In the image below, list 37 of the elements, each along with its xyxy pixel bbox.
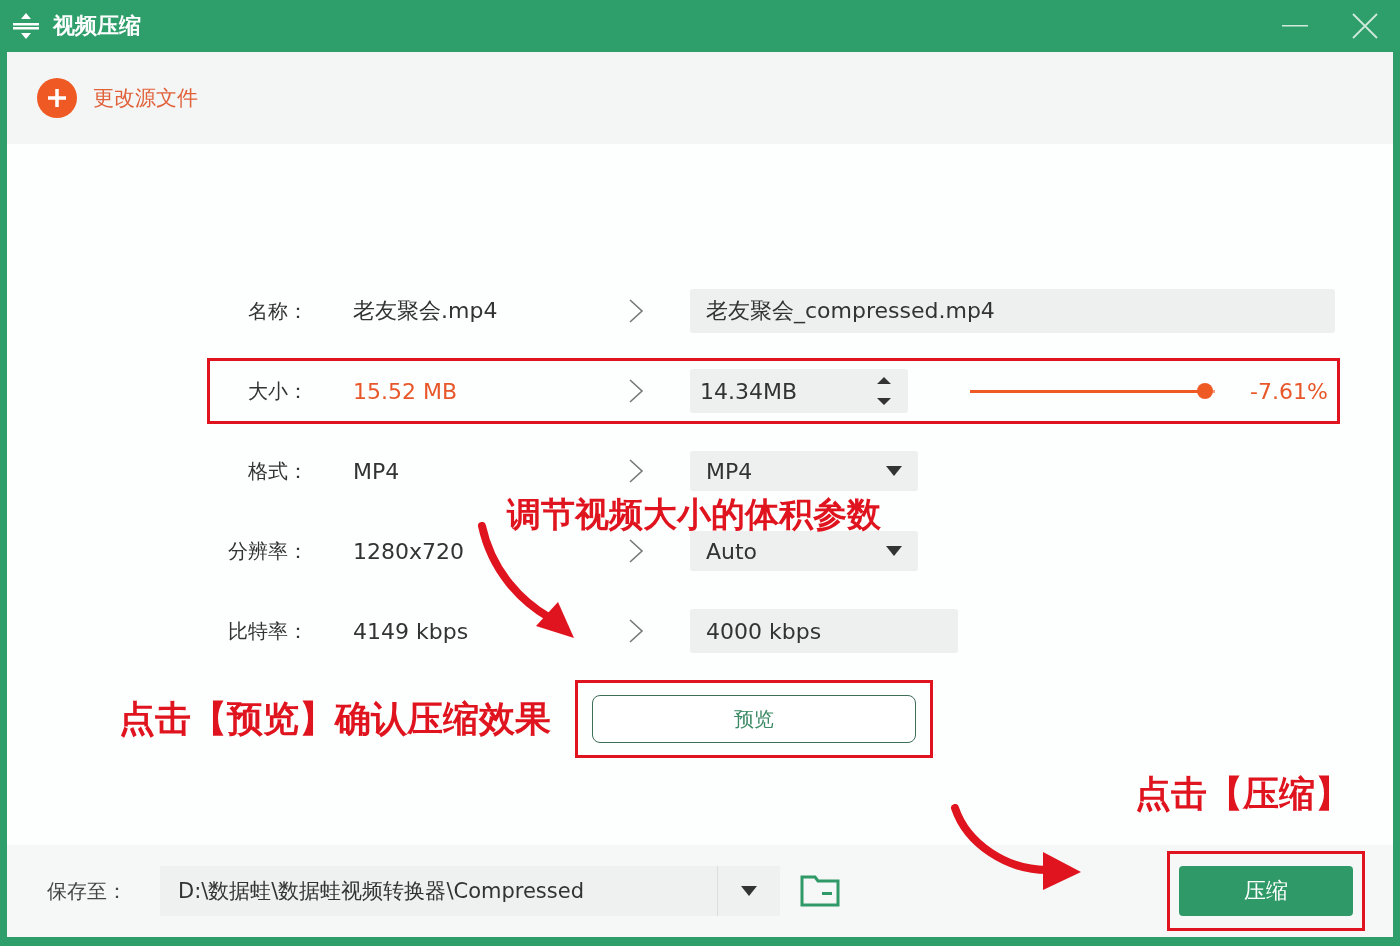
field-label: 名称： bbox=[247, 297, 308, 325]
dropdown[interactable]: MP4 bbox=[690, 451, 918, 491]
field-label: 大小： bbox=[247, 377, 308, 405]
add-icon[interactable] bbox=[37, 78, 77, 118]
dropdown[interactable]: Auto bbox=[690, 531, 918, 571]
folder-icon[interactable] bbox=[800, 875, 840, 907]
compress-icon bbox=[13, 12, 39, 40]
source-value: 15.52 MB bbox=[352, 378, 459, 404]
annotation-text: 点击【压缩】 bbox=[1135, 772, 1351, 816]
preview-button[interactable]: 预览 bbox=[592, 695, 916, 743]
chevron-right-icon bbox=[628, 378, 644, 404]
window-title: 视频压缩 bbox=[53, 12, 141, 40]
dropdown-caret-icon[interactable] bbox=[886, 466, 902, 476]
dropdown-caret-icon[interactable] bbox=[886, 546, 902, 556]
source-value: MP4 bbox=[352, 458, 401, 484]
dropdown-caret-icon[interactable] bbox=[741, 886, 757, 896]
compress-button[interactable]: 压缩 bbox=[1179, 866, 1353, 916]
chevron-right-icon bbox=[628, 298, 644, 324]
chevron-right-icon bbox=[628, 618, 644, 644]
source-value: 4149 kbps bbox=[352, 618, 470, 644]
field-label: 格式： bbox=[247, 457, 308, 485]
source-value: 1280x720 bbox=[352, 538, 465, 564]
size-spinbox[interactable]: 14.34MB bbox=[690, 369, 908, 413]
annotation-text: 点击【预览】确认压缩效果 bbox=[119, 696, 551, 741]
size-change-reading: -7.61% bbox=[1250, 378, 1328, 404]
slider-thumb[interactable] bbox=[1197, 382, 1214, 399]
chevron-right-icon bbox=[628, 458, 644, 484]
bitrate-field[interactable]: 4000 kbps bbox=[690, 609, 958, 653]
source-value: 老友聚会.mp4 bbox=[352, 297, 499, 325]
save-to-label: 保存至： bbox=[47, 877, 128, 905]
save-path-field[interactable]: D:\数据蛙\数据蛙视频转换器\Compressed bbox=[160, 866, 780, 916]
chevron-right-icon bbox=[628, 538, 644, 564]
field-label: 比特率： bbox=[227, 617, 308, 645]
output-name-field[interactable]: 老友聚会_compressed.mp4 bbox=[690, 289, 1335, 333]
field-label: 分辨率： bbox=[227, 537, 308, 565]
close-icon[interactable] bbox=[1352, 13, 1378, 39]
spin-arrows-icon[interactable] bbox=[876, 374, 892, 408]
